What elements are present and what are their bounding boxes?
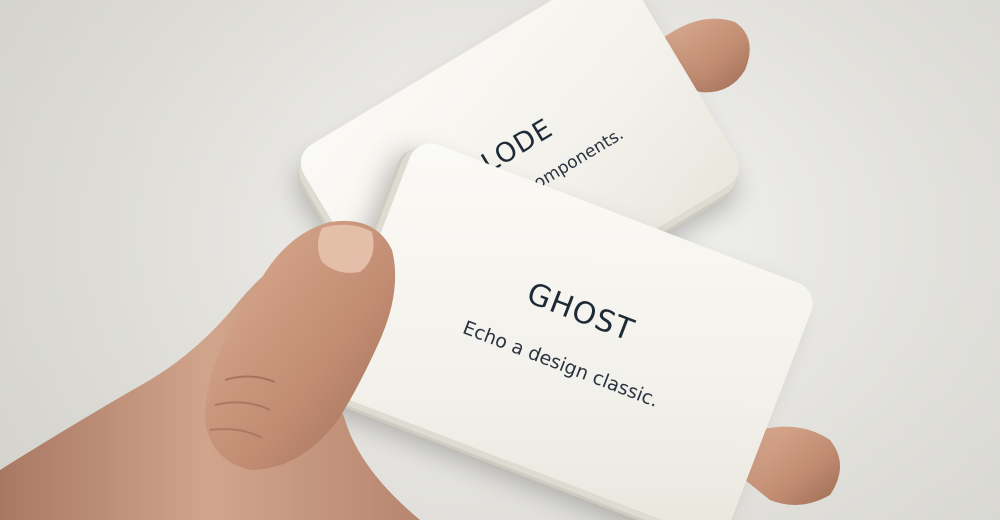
hand-front [0,220,420,520]
photo-scene: EXPLODE disorganised components. GHOST E… [0,0,1000,520]
